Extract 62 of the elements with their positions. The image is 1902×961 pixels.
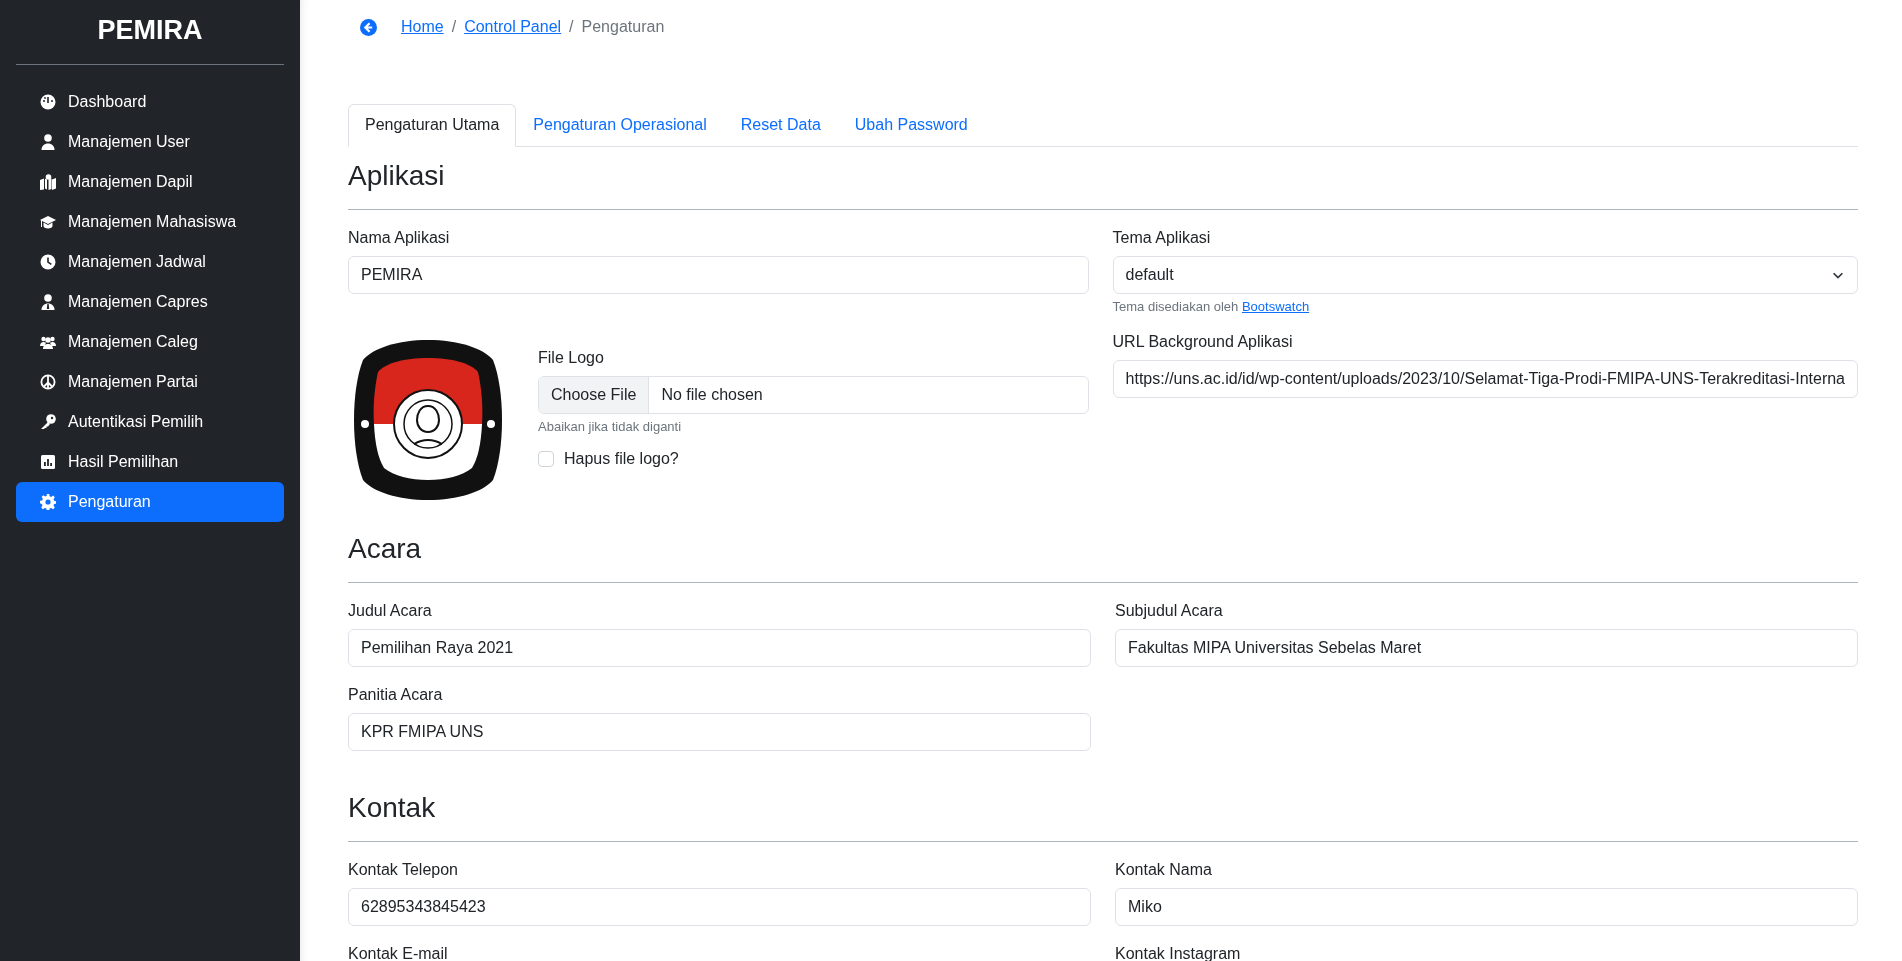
input-field[interactable]: https://uns.ac.id/id/wp-content/uploads/2023/10/Selamat-Tiga-Prodi-FMIPA-UNS-Terakreditasi-Interna — [1112, 360, 1858, 398]
chart-icon — [40, 454, 56, 470]
file-status-text: No file chosen — [660, 385, 764, 405]
breadcrumb-separator: / — [569, 18, 574, 36]
choose-file-button[interactable]: Choose File — [539, 377, 650, 413]
field-label: Kontak E-mail — [348, 944, 449, 961]
sidebar-item[interactable]: Autentikasi Pemilih — [16, 402, 284, 442]
input-field[interactable]: KPR FMIPA UNS — [348, 713, 1091, 751]
select-field[interactable]: default — [1112, 256, 1858, 294]
input-field[interactable]: Fakultas MIPA Universitas Sebelas Maret — [1115, 629, 1858, 667]
field-label: Tema Aplikasi — [1112, 228, 1212, 248]
field-label: Nama Aplikasi — [348, 228, 451, 248]
sidebar-item[interactable]: Manajemen Jadwal — [16, 242, 284, 282]
tab[interactable]: Pengaturan Utama — [348, 104, 517, 147]
input-field[interactable]: Pemilihan Raya 2021 — [348, 629, 1091, 667]
users-icon — [40, 334, 56, 350]
select-value: default — [1125, 266, 1174, 284]
field-label: Panitia Acara — [348, 685, 444, 705]
sidebar-item[interactable]: Dashboard — [16, 82, 284, 122]
checkbox[interactable] — [538, 451, 554, 467]
brand-title: PEMIRA — [96, 14, 204, 46]
tab[interactable]: Ubah Password — [837, 104, 985, 147]
user-icon — [40, 134, 56, 150]
sidebar-item[interactable]: Manajemen Dapil — [16, 162, 284, 202]
sidebar-item[interactable]: Pengaturan — [16, 482, 284, 522]
help-text: Abaikan jika tidak diganti — [538, 419, 683, 434]
graduation-cap-icon — [40, 214, 56, 230]
clock-icon — [40, 254, 56, 270]
field-label: Kontak Telepon — [348, 860, 459, 880]
breadcrumb-separator: / — [451, 18, 457, 36]
input-field[interactable]: 62895343845423 — [348, 888, 1091, 926]
field-label: URL Background Aplikasi — [1112, 332, 1294, 352]
breadcrumb-current: Pengaturan — [581, 18, 665, 36]
breadcrumb-link[interactable]: Control Panel — [464, 18, 562, 36]
input-field[interactable]: PEMIRA — [348, 256, 1089, 294]
gear-icon — [40, 494, 56, 510]
help-text: Tema disediakan oleh Bootswatch — [1112, 299, 1311, 314]
tab[interactable]: Reset Data — [723, 104, 838, 147]
peace-icon — [40, 374, 56, 390]
gauge-icon — [40, 94, 56, 110]
sidebar-item[interactable]: Manajemen User — [16, 122, 284, 162]
tab[interactable]: Pengaturan Operasional — [516, 104, 724, 147]
checkbox-label: Hapus file logo? — [564, 450, 679, 468]
back-arrow-icon — [360, 18, 377, 36]
section-heading: Acara — [348, 532, 423, 566]
sidebar-item[interactable]: Manajemen Mahasiswa — [16, 202, 284, 242]
sidebar-item[interactable]: Manajemen Capres — [16, 282, 284, 322]
user-icon — [40, 294, 56, 310]
section-heading: Kontak — [348, 791, 437, 825]
file-input[interactable]: Choose File No file chosen — [538, 376, 1089, 414]
key-icon — [40, 414, 56, 430]
help-link[interactable]: Bootswatch — [1241, 299, 1310, 314]
field-label: Kontak Nama — [1115, 860, 1213, 880]
sidebar-item[interactable]: Hasil Pemilihan — [16, 442, 284, 482]
breadcrumb-link[interactable]: Home — [401, 18, 444, 36]
sidebar-item[interactable]: Manajemen Partai — [16, 362, 284, 402]
input-field[interactable]: Miko — [1115, 888, 1858, 926]
field-label: Judul Acara — [348, 601, 433, 621]
field-label: File Logo — [538, 348, 605, 368]
section-heading: Aplikasi — [348, 159, 446, 193]
sidebar-item[interactable]: Manajemen Caleg — [16, 322, 284, 362]
field-label: Subjudul Acara — [1115, 601, 1224, 621]
